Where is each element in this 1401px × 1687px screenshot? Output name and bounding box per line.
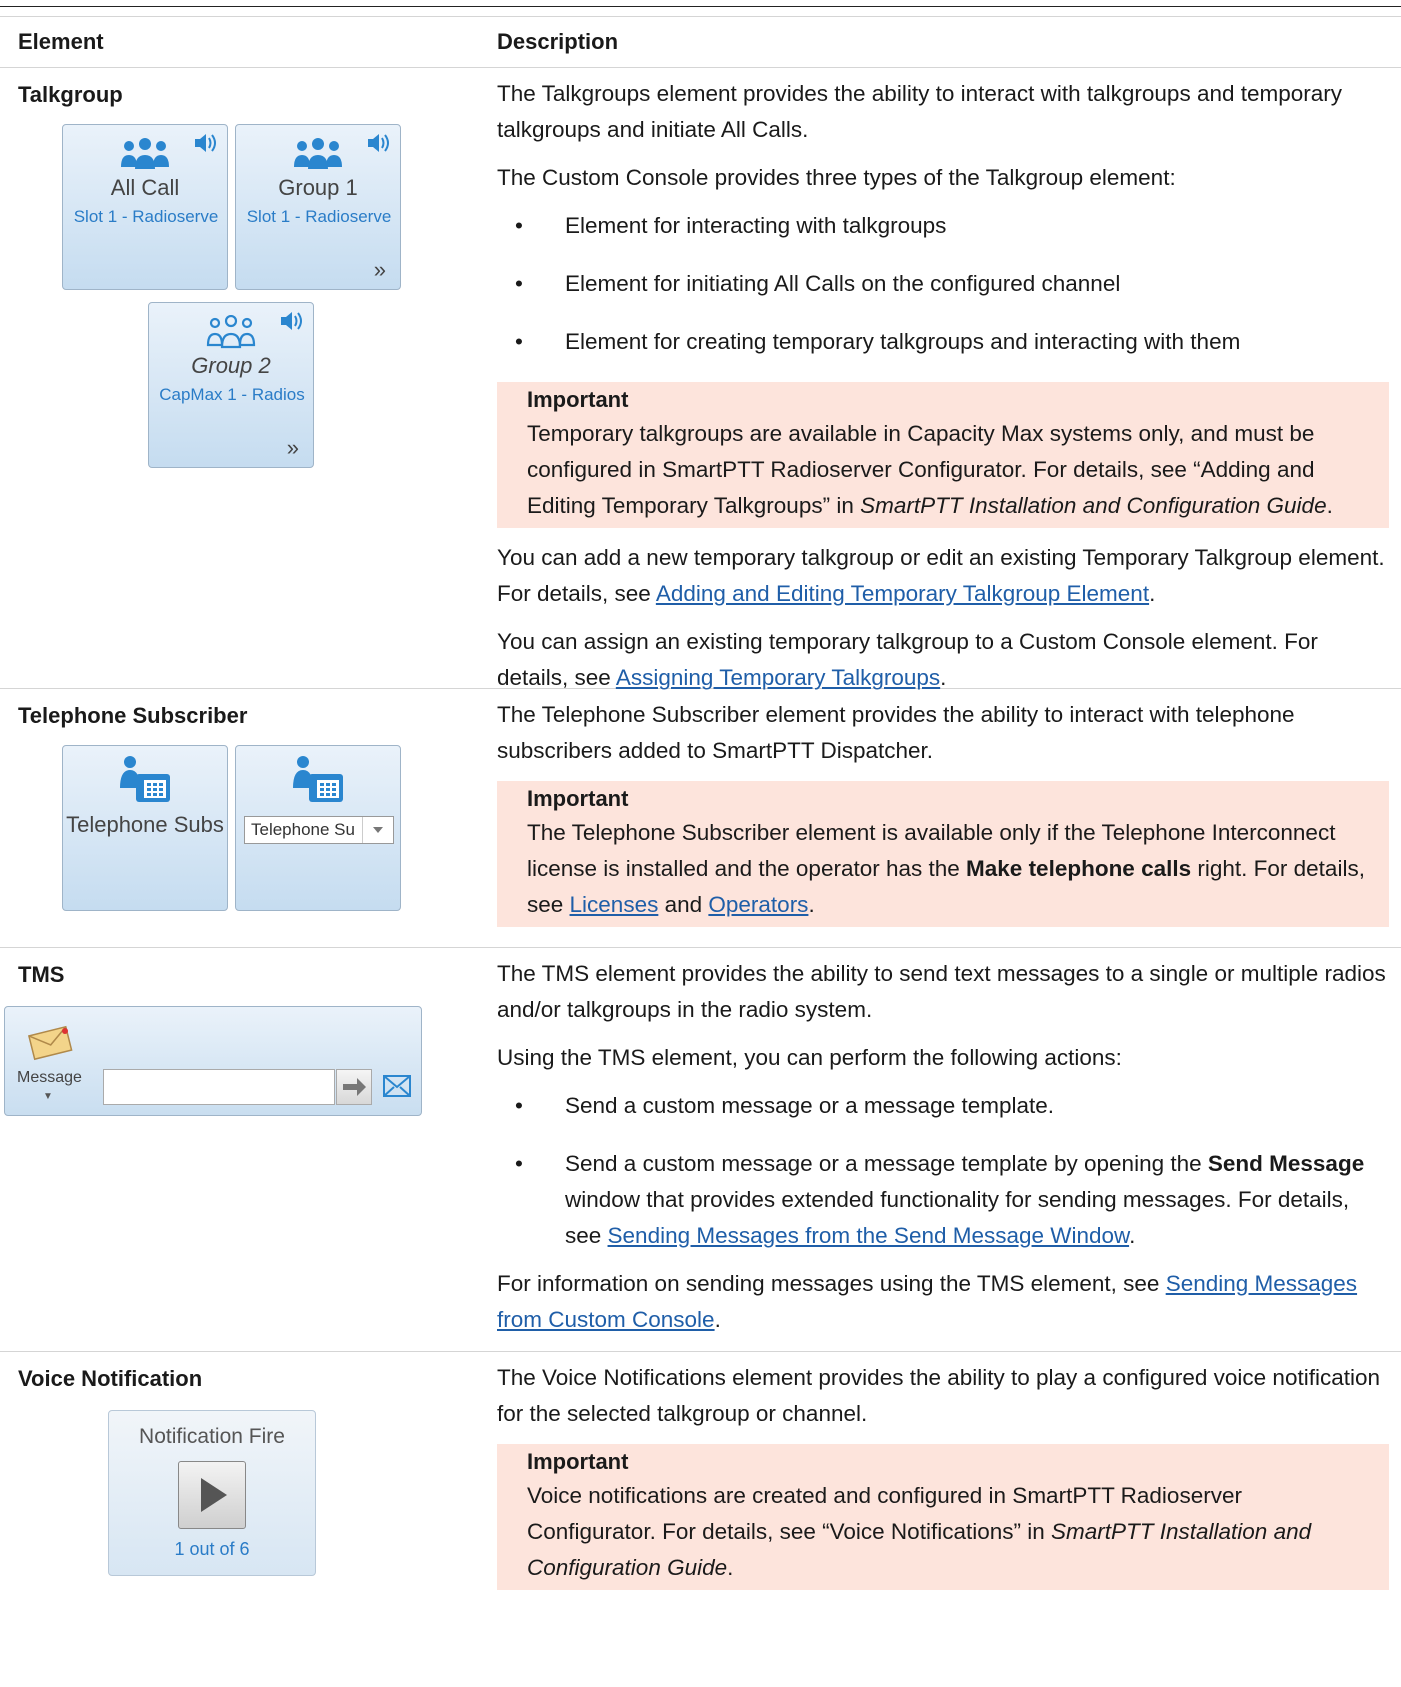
message-input[interactable]	[103, 1069, 335, 1105]
element-name: Talkgroup	[18, 82, 123, 107]
all-call-tile[interactable]: All Call Slot 1 - Radioserve	[62, 124, 228, 290]
paragraph: You can add a new temporary talkgroup or…	[497, 545, 1385, 606]
note-text: The Telephone Subscriber element is avai…	[527, 820, 1365, 917]
description-cell-voice: The Voice Notifications element provides…	[497, 1352, 1401, 1682]
link-adding-editing-temporary-talkgroup[interactable]: Adding and Editing Temporary Talkgroup E…	[656, 581, 1149, 606]
notification-name: Notification Fire	[139, 1425, 285, 1448]
paragraph: The Talkgroups element provides the abil…	[497, 81, 1343, 142]
speaker-icon[interactable]	[279, 309, 305, 338]
note-text: Temporary talkgroups are available in Ca…	[527, 421, 1333, 518]
element-name: Voice Notification	[18, 1366, 203, 1391]
temporary-group-icon	[205, 314, 257, 354]
tile-channel: Slot 1 - Radioserve	[246, 207, 392, 226]
play-icon	[201, 1478, 227, 1512]
notification-counter: 1 out of 6	[174, 1539, 250, 1559]
link-assigning-temporary-talkgroups[interactable]: Assigning Temporary Talkgroups	[616, 665, 940, 690]
list-item: Send a custom message or a message templ…	[497, 1146, 1389, 1254]
top-rule	[0, 6, 1401, 7]
element-name: Telephone Subscriber	[18, 703, 248, 728]
telephone-subscriber-icon	[118, 754, 172, 809]
element-name: TMS	[18, 962, 65, 987]
telephone-subscriber-icon	[291, 754, 345, 809]
note-title: Important	[527, 786, 629, 811]
table-row-telephone-subscriber: Telephone Subscriber Telephone Subs Tele…	[0, 688, 1401, 947]
message-label[interactable]: Message	[17, 1069, 82, 1087]
tms-widget: Message ▼	[4, 1006, 422, 1116]
link-operators[interactable]: Operators	[708, 892, 808, 917]
header-element: Element	[18, 29, 104, 54]
telephone-subscriber-tile[interactable]: Telephone Subs	[62, 745, 228, 911]
list-item: Send a custom message or a message templ…	[497, 1088, 1389, 1124]
important-note: Important The Telephone Subscriber eleme…	[497, 781, 1389, 927]
tile-name: All Call	[110, 175, 180, 200]
chevron-double-right-icon[interactable]: »	[287, 435, 299, 461]
note-title: Important	[527, 387, 629, 412]
group-icon	[119, 137, 171, 176]
link-licenses[interactable]: Licenses	[570, 892, 659, 917]
telephone-subscriber-combo-tile[interactable]: Telephone Su	[235, 745, 401, 911]
tile-name: Group 2	[191, 353, 271, 378]
chevron-double-right-icon[interactable]: »	[374, 257, 386, 283]
arrow-right-icon	[343, 1078, 366, 1096]
note-title: Important	[527, 1449, 629, 1474]
list-item: Element for initiating All Calls on the …	[497, 266, 1389, 302]
list-item: Element for interacting with talkgroups	[497, 208, 1389, 244]
send-message-window-icon[interactable]	[383, 1075, 411, 1102]
table-row-tms: TMS Message ▼ The TMS element provides t…	[0, 947, 1401, 1351]
element-cell-tms: TMS Message ▼	[0, 948, 497, 1351]
element-cell-voice: Voice Notification Notification Fire 1 o…	[0, 1352, 497, 1682]
bullet-list: Element for interacting with talkgroups …	[497, 208, 1389, 360]
tile-channel: CapMax 1 - Radios	[159, 385, 305, 404]
important-note: Important Temporary talkgroups are avail…	[497, 382, 1389, 528]
group2-tile[interactable]: Group 2 CapMax 1 - Radios »	[148, 302, 314, 468]
message-envelope-icon[interactable]	[27, 1023, 73, 1066]
paragraph: The Voice Notifications element provides…	[497, 1365, 1380, 1426]
select-value: Telephone Su	[251, 820, 355, 839]
speaker-icon[interactable]	[193, 131, 219, 160]
table-row-talkgroup: Talkgroup All Call Slot 1 - Radioserve G…	[0, 67, 1401, 690]
paragraph: Using the TMS element, you can perform t…	[497, 1045, 1122, 1070]
send-button[interactable]	[336, 1069, 372, 1105]
chevron-down-icon[interactable]	[362, 817, 393, 843]
description-cell-telephone: The Telephone Subscriber element provide…	[497, 689, 1401, 947]
speaker-icon[interactable]	[366, 131, 392, 160]
link-sending-messages-send-message-window[interactable]: Sending Messages from the Send Message W…	[608, 1223, 1130, 1248]
play-button[interactable]	[178, 1461, 246, 1529]
description-cell-talkgroup: The Talkgroups element provides the abil…	[497, 68, 1401, 690]
chevron-down-icon[interactable]: ▼	[43, 1091, 53, 1102]
element-cell-talkgroup: Talkgroup All Call Slot 1 - Radioserve G…	[0, 68, 497, 688]
tile-name: Telephone Subs	[66, 812, 224, 837]
list-item: Element for creating temporary talkgroup…	[497, 324, 1389, 360]
elements-table: Element Description Talkgroup All Call S…	[0, 16, 1401, 1682]
table-row-voice-notification: Voice Notification Notification Fire 1 o…	[0, 1351, 1401, 1682]
header-description: Description	[497, 29, 619, 54]
tile-channel: Slot 1 - Radioserve	[73, 207, 219, 226]
table-header: Element Description	[0, 16, 1401, 67]
note-text: Voice notifications are created and conf…	[527, 1483, 1312, 1580]
important-note: Important Voice notifications are create…	[497, 1444, 1389, 1590]
group1-tile[interactable]: Group 1 Slot 1 - Radioserve »	[235, 124, 401, 290]
bullet-list: Send a custom message or a message templ…	[497, 1088, 1389, 1254]
paragraph: The Telephone Subscriber element provide…	[497, 702, 1295, 763]
group-icon	[292, 137, 344, 176]
paragraph: You can assign an existing temporary tal…	[497, 629, 1318, 690]
paragraph: For information on sending messages usin…	[497, 1271, 1358, 1332]
element-cell-telephone: Telephone Subscriber Telephone Subs Tele…	[0, 689, 497, 947]
description-cell-tms: The TMS element provides the ability to …	[497, 948, 1401, 1351]
telephone-subscriber-select[interactable]: Telephone Su	[244, 816, 394, 844]
paragraph: The TMS element provides the ability to …	[497, 961, 1386, 1022]
paragraph: The Custom Console provides three types …	[497, 165, 1176, 190]
tile-name: Group 1	[278, 175, 358, 200]
voice-notification-widget: Notification Fire 1 out of 6	[108, 1410, 316, 1576]
